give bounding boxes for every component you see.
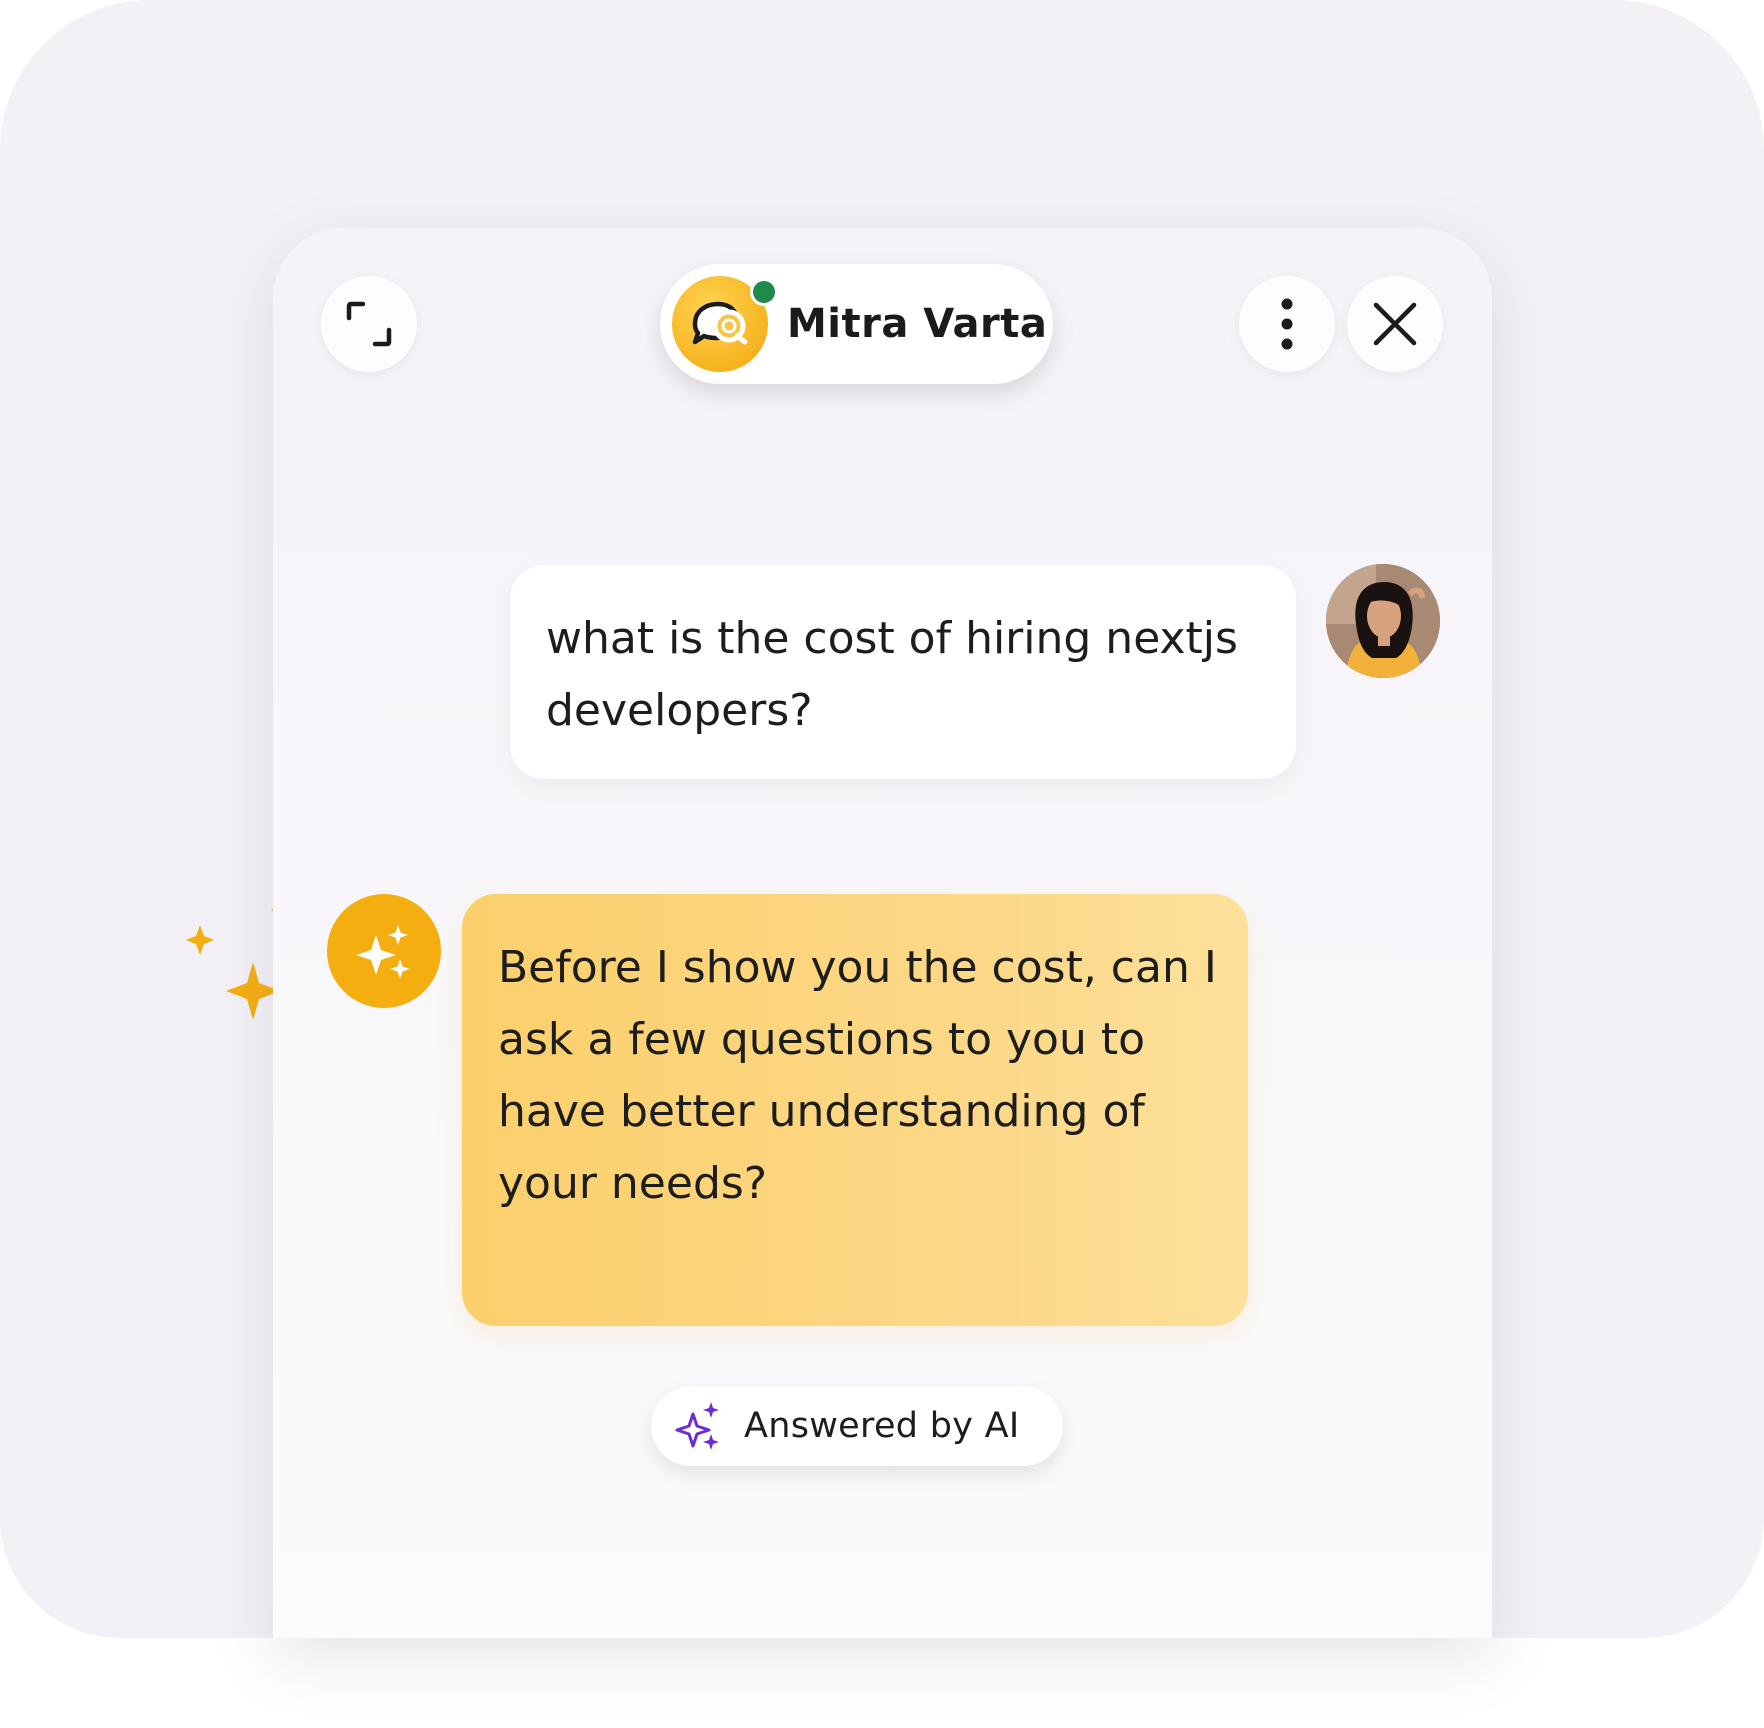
sparkle-icon: [675, 1402, 719, 1450]
ai-sparkle-icon: [356, 925, 410, 979]
expand-button[interactable]: [321, 276, 417, 372]
user-message-text: what is the cost of hiring nextjs develo…: [546, 613, 1238, 736]
expand-icon: [346, 301, 392, 347]
more-vertical-icon: [1281, 298, 1293, 350]
bot-message-text: Before I show you the cost, can I ask a …: [498, 942, 1217, 1209]
answered-by-ai-badge: Answered by AI: [651, 1386, 1063, 1466]
ai-avatar: [327, 894, 441, 1008]
user-avatar: [1326, 564, 1440, 678]
more-options-button[interactable]: [1239, 276, 1335, 372]
close-button[interactable]: [1347, 276, 1443, 372]
chat-title: Mitra Varta: [787, 301, 1048, 347]
chat-window: Mitra Varta what is the cost of hiring n…: [273, 228, 1492, 1638]
user-message-bubble: what is the cost of hiring nextjs develo…: [510, 565, 1296, 779]
answered-by-ai-label: Answered by AI: [744, 1406, 1020, 1446]
close-icon: [1373, 302, 1417, 346]
bot-message-bubble: Before I show you the cost, can I ask a …: [462, 894, 1248, 1326]
chat-title-pill: Mitra Varta: [660, 264, 1053, 384]
online-status-dot: [750, 278, 778, 306]
